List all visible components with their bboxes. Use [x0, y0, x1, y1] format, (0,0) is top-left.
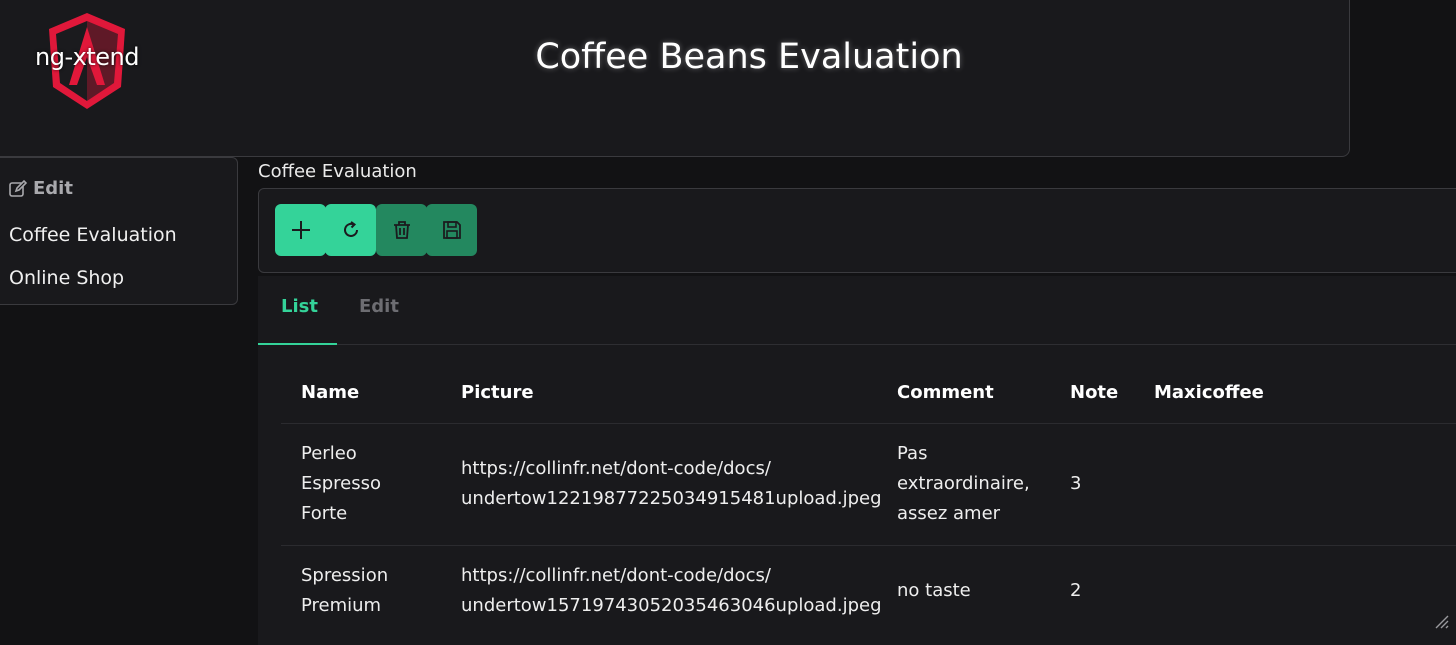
column-header-name[interactable]: Name: [301, 382, 359, 403]
cell-name: Spression Premium: [301, 565, 389, 616]
sidebar: Edit Coffee Evaluation Online Shop: [0, 157, 238, 305]
section-title: Coffee Evaluation: [258, 161, 417, 182]
save-button[interactable]: [426, 204, 477, 256]
column-header-maxicoffee[interactable]: Maxicoffee: [1154, 382, 1264, 403]
trash-icon: [393, 221, 410, 239]
delete-button[interactable]: [376, 204, 427, 256]
edit-icon: [9, 179, 28, 197]
column-header-note[interactable]: Note: [1070, 382, 1118, 403]
reload-button[interactable]: [325, 204, 376, 256]
column-header-picture[interactable]: Picture: [461, 382, 534, 403]
tab-list[interactable]: List: [281, 296, 318, 317]
cell-note: 2: [1070, 580, 1082, 601]
data-table: Name Picture Comment Note Maxicoffee Per…: [258, 345, 1456, 645]
refresh-icon: [343, 221, 358, 237]
toolbar: [258, 188, 1456, 273]
tab-edit[interactable]: Edit: [359, 296, 399, 317]
cell-comment: Pas extraordinaire, assez amer: [897, 443, 1030, 524]
sidebar-item-coffee-evaluation[interactable]: Coffee Evaluation: [9, 224, 177, 246]
plus-icon: [291, 221, 310, 239]
cell-name: Perleo Espresso Forte: [301, 443, 382, 524]
add-button[interactable]: [275, 204, 326, 256]
tab-bar: List Edit: [258, 276, 1456, 345]
cell-comment: no taste: [897, 580, 971, 601]
page-title: Coffee Beans Evaluation: [535, 37, 963, 77]
cell-picture: https://collinfr.net/dont-code/docs/ und…: [461, 458, 882, 509]
cell-picture: https://collinfr.net/dont-code/docs/ und…: [461, 565, 882, 616]
sidebar-heading-label: Edit: [33, 178, 73, 199]
column-header-comment[interactable]: Comment: [897, 382, 994, 403]
save-icon: [442, 221, 461, 239]
row-divider: [281, 545, 1456, 546]
resize-grip-icon[interactable]: [1432, 612, 1450, 630]
app-header: ng-xtend Coffee Beans Evaluation: [0, 0, 1350, 157]
cell-note: 3: [1070, 473, 1082, 494]
header-divider: [281, 423, 1456, 424]
sidebar-item-online-shop[interactable]: Online Shop: [9, 267, 124, 289]
sidebar-heading: Edit: [8, 178, 73, 199]
